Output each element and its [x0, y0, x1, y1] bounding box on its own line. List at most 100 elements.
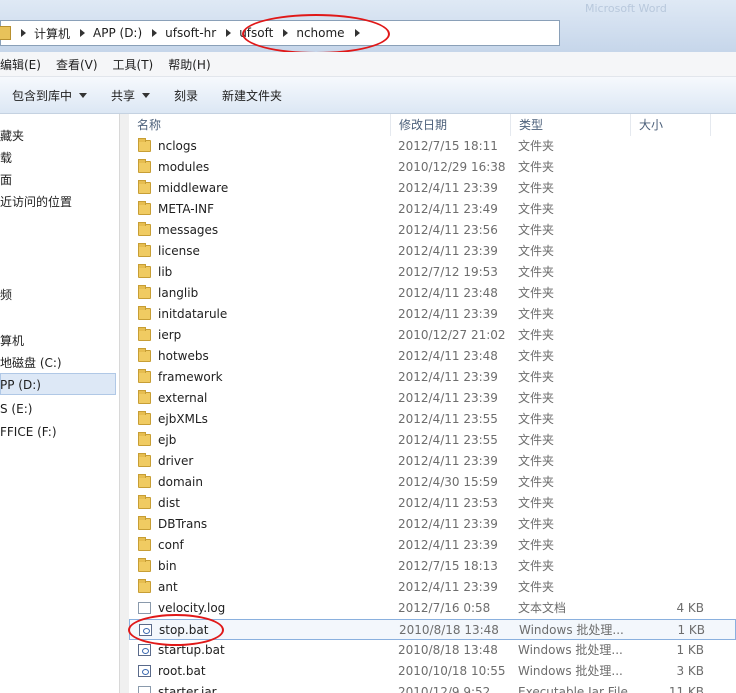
nav-scrollbar[interactable] [119, 114, 129, 693]
file-row[interactable]: langlib 2012/4/11 23:48 文件夹 [129, 283, 736, 304]
chevron-right-icon[interactable] [354, 29, 360, 37]
nav-item[interactable]: PP (D:) [0, 374, 41, 396]
folder-icon [138, 264, 151, 278]
file-row[interactable]: velocity.log 2012/7/16 0:58 文本文档 4 KB [129, 598, 736, 619]
nav-item[interactable]: 藏夹 [0, 125, 24, 147]
file-row[interactable]: middleware 2012/4/11 23:39 文件夹 [129, 178, 736, 199]
column-header-type[interactable]: 类型 [511, 114, 631, 136]
folder-icon [138, 306, 151, 320]
folder-icon [138, 432, 151, 446]
file-list[interactable]: 名称 修改日期 类型 大小 nclogs 2012/7/15 18:11 文件夹 mo… [129, 114, 736, 693]
file-row[interactable]: conf 2012/4/11 23:39 文件夹 [129, 535, 736, 556]
file-row[interactable]: modules 2010/12/29 16:38 文件夹 [129, 157, 736, 178]
file-size [636, 556, 704, 577]
folder-icon [0, 26, 11, 40]
chevron-right-icon[interactable] [226, 29, 232, 37]
file-date: 2012/4/11 23:39 [398, 181, 498, 195]
menu-edit[interactable]: 编辑(E) [0, 56, 41, 73]
file-type: 文件夹 [518, 517, 555, 531]
file-name: driver [158, 454, 194, 468]
nav-item[interactable]: S (E:) [0, 398, 32, 420]
file-name: modules [158, 160, 210, 174]
new-folder-button[interactable]: 新建文件夹 [210, 83, 294, 107]
column-header-size[interactable]: 大小 [631, 114, 711, 136]
breadcrumb-nchome[interactable]: nchome [296, 26, 344, 40]
file-row[interactable]: dist 2012/4/11 23:53 文件夹 [129, 493, 736, 514]
file-size [636, 136, 704, 157]
file-row[interactable]: initdatarule 2012/4/11 23:39 文件夹 [129, 304, 736, 325]
file-type: 文件夹 [518, 580, 555, 594]
nav-item[interactable]: 算机 [0, 330, 24, 352]
nav-item[interactable]: 面 [0, 169, 12, 191]
file-date: 2010/10/18 10:55 [398, 664, 506, 678]
file-date: 2012/4/11 23:55 [398, 412, 498, 426]
breadcrumb-app-d[interactable]: APP (D:) [93, 26, 142, 40]
file-row[interactable]: starter.jar 2010/12/9 9:52 Executable Jar … [129, 682, 736, 693]
file-row[interactable]: driver 2012/4/11 23:39 文件夹 [129, 451, 736, 472]
file-row[interactable]: ant 2012/4/11 23:39 文件夹 [129, 577, 736, 598]
column-header-date[interactable]: 修改日期 [391, 114, 511, 136]
chevron-right-icon[interactable] [80, 29, 86, 37]
file-row[interactable]: nclogs 2012/7/15 18:11 文件夹 [129, 136, 736, 157]
folder-icon [138, 369, 151, 383]
file-size [636, 451, 704, 472]
chevron-right-icon[interactable] [283, 29, 289, 37]
menu-view[interactable]: 查看(V) [56, 56, 98, 73]
breadcrumb-ufsoft-hr[interactable]: ufsoft-hr [165, 26, 216, 40]
file-type: Windows 批处理... [518, 643, 623, 657]
file-size [636, 430, 704, 451]
file-row[interactable]: bin 2012/7/15 18:13 文件夹 [129, 556, 736, 577]
chevron-right-icon[interactable] [21, 29, 26, 37]
file-row[interactable]: startup.bat 2010/8/18 13:48 Windows 批处理...… [129, 640, 736, 661]
file-size [636, 472, 704, 493]
file-row[interactable]: ierp 2010/12/27 21:02 文件夹 [129, 325, 736, 346]
burn-button[interactable]: 刻录 [162, 83, 210, 107]
nav-item[interactable]: FFICE (F:) [0, 421, 57, 443]
nav-item[interactable]: 载 [0, 147, 12, 169]
include-in-library-button[interactable]: 包含到库中 [0, 83, 99, 107]
file-date: 2012/4/11 23:39 [398, 391, 498, 405]
chevron-right-icon[interactable] [152, 29, 158, 37]
nav-item[interactable]: 近访问的位置 [0, 191, 72, 213]
file-date: 2012/4/11 23:49 [398, 202, 498, 216]
file-row[interactable]: license 2012/4/11 23:39 文件夹 [129, 241, 736, 262]
file-row[interactable]: hotwebs 2012/4/11 23:48 文件夹 [129, 346, 736, 367]
file-row[interactable]: lib 2012/7/12 19:53 文件夹 [129, 262, 736, 283]
folder-icon [138, 243, 151, 257]
file-date: 2012/4/11 23:55 [398, 433, 498, 447]
file-date: 2010/8/18 13:48 [399, 623, 499, 637]
file-row[interactable]: domain 2012/4/30 15:59 文件夹 [129, 472, 736, 493]
file-row[interactable]: META-INF 2012/4/11 23:49 文件夹 [129, 199, 736, 220]
file-name: root.bat [158, 664, 206, 678]
file-name: ant [158, 580, 178, 594]
file-row[interactable]: ejbXMLs 2012/4/11 23:55 文件夹 [129, 409, 736, 430]
file-row[interactable]: messages 2012/4/11 23:56 文件夹 [129, 220, 736, 241]
file-row[interactable]: stop.bat 2010/8/18 13:48 Windows 批处理... 1 K… [129, 619, 736, 640]
column-header-name[interactable]: 名称 [129, 114, 391, 136]
menu-tools[interactable]: 工具(T) [113, 56, 154, 73]
file-row[interactable]: root.bat 2010/10/18 10:55 Windows 批处理... 3 … [129, 661, 736, 682]
menu-help[interactable]: 帮助(H) [168, 56, 210, 73]
file-row[interactable]: ejb 2012/4/11 23:55 文件夹 [129, 430, 736, 451]
navigation-pane[interactable]: 藏夹载面近访问的位置频算机 地磁盘 (C:) PP (D:) S (E:) FFICE … [0, 114, 118, 693]
address-bar[interactable]: 计算机 APP (D:) ufsoft-hr ufsoft nchome [0, 20, 560, 46]
file-date: 2012/4/11 23:39 [398, 517, 498, 531]
file-name: DBTrans [158, 517, 208, 531]
file-type: 文件夹 [518, 412, 555, 426]
file-row[interactable]: framework 2012/4/11 23:39 文件夹 [129, 367, 736, 388]
breadcrumb-computer[interactable]: 计算机 [34, 25, 70, 42]
file-size [636, 241, 704, 262]
chevron-down-icon [142, 92, 151, 98]
file-size [636, 388, 704, 409]
nav-item[interactable]: 频 [0, 284, 12, 306]
file-size [636, 409, 704, 430]
folder-icon [138, 516, 151, 530]
share-button[interactable]: 共享 [99, 83, 162, 107]
chevron-down-icon [79, 92, 88, 98]
file-size [636, 157, 704, 178]
file-row[interactable]: external 2012/4/11 23:39 文件夹 [129, 388, 736, 409]
folder-icon [138, 411, 151, 425]
breadcrumb-ufsoft[interactable]: ufsoft [239, 26, 273, 40]
nav-item[interactable]: 地磁盘 (C:) [0, 352, 62, 374]
file-row[interactable]: DBTrans 2012/4/11 23:39 文件夹 [129, 514, 736, 535]
